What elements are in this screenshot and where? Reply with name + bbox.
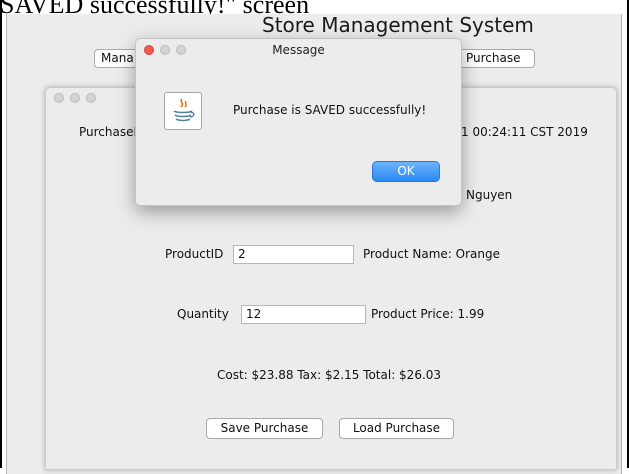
product-name-text: Product Name: Orange xyxy=(363,247,500,261)
purchase-date-text: 1 00:24:11 CST 2019 xyxy=(461,125,588,139)
minimize-window-dot[interactable] xyxy=(70,93,80,103)
product-id-input[interactable]: 2 xyxy=(233,245,354,264)
java-icon xyxy=(164,92,202,130)
quantity-input[interactable]: 12 xyxy=(241,305,366,324)
product-price-text: Product Price: 1.99 xyxy=(371,307,485,321)
dialog-message: Purchase is SAVED successfully! xyxy=(233,103,427,117)
save-purchase-button[interactable]: Save Purchase xyxy=(206,418,323,439)
load-purchase-button[interactable]: Load Purchase xyxy=(339,418,454,439)
totals-text: Cost: $23.88 Tax: $2.15 Total: $26.03 xyxy=(217,368,442,382)
zoom-window-dot[interactable] xyxy=(86,93,96,103)
top-button-purchase[interactable]: Purchase xyxy=(455,49,535,68)
left-frame-line xyxy=(0,0,2,468)
window-controls xyxy=(54,93,96,103)
quantity-label: Quantity xyxy=(177,307,229,321)
purchase-id-label: PurchaseI xyxy=(79,125,138,139)
close-window-dot[interactable] xyxy=(54,93,64,103)
message-dialog: Message Purchase is SAVED successfully! … xyxy=(135,38,462,206)
product-id-label: ProductID xyxy=(165,247,224,261)
app-title: Store Management System xyxy=(262,13,534,37)
customer-name-text: Nguyen xyxy=(466,188,513,202)
dialog-title: Message xyxy=(272,43,325,57)
ok-button[interactable]: OK xyxy=(372,161,440,182)
